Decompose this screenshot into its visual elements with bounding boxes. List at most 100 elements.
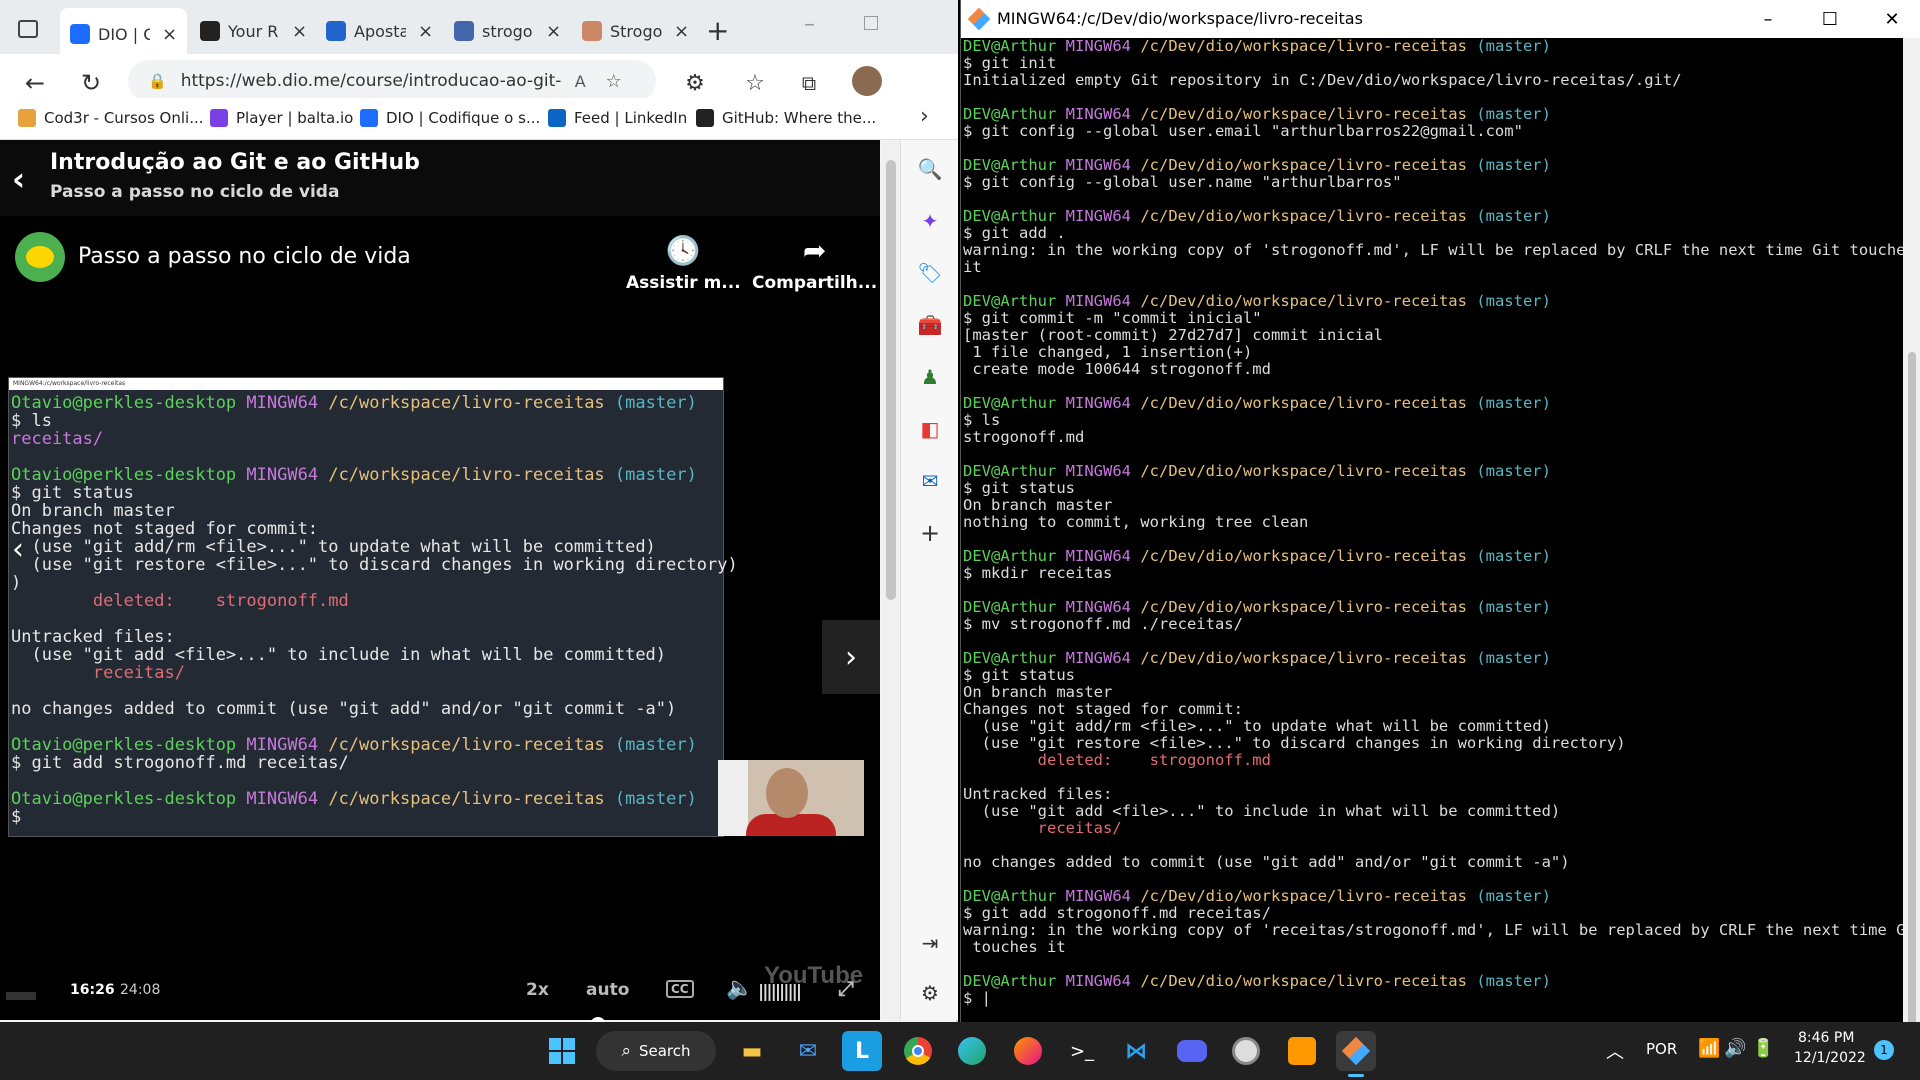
channel-logo[interactable]	[15, 232, 65, 282]
video-terminal-screenshot: MINGW64:/c/workspace/livro-receitas Otav…	[8, 377, 738, 837]
taskbar-search[interactable]: ⌕ Search	[596, 1031, 716, 1071]
volume-icon[interactable]: 🔈	[726, 976, 753, 1001]
tab-2[interactable]: Aposta ×	[316, 10, 443, 52]
show-hidden-icons-icon[interactable]: ︿	[1606, 1038, 1624, 1064]
windows-start-icon[interactable]	[542, 1031, 582, 1071]
file-explorer-icon[interactable]: ▬	[732, 1031, 772, 1071]
wifi-icon[interactable]: 📶	[1698, 1038, 1720, 1059]
shopping-tag-icon[interactable]: 🏷	[917, 260, 943, 286]
back-button[interactable]: ←	[16, 64, 54, 102]
terminal-output[interactable]: DEV@Arthur MINGW64 /c/Dev/dio/workspace/…	[961, 38, 1920, 1022]
url-text: https://web.dio.me/course/introducao-ao-…	[180, 71, 561, 91]
minimize-button[interactable]: –	[804, 12, 815, 37]
tab-1[interactable]: Your R ×	[190, 10, 317, 52]
speed-button[interactable]: 2x	[526, 980, 549, 1000]
favorites-icon[interactable]: ☆	[736, 64, 774, 102]
refresh-button[interactable]: ↻	[72, 64, 110, 102]
tab-0[interactable]: DIO | C ×	[60, 8, 188, 60]
search-icon[interactable]: 🔍	[917, 156, 943, 182]
next-video-button[interactable]: ›	[822, 620, 880, 694]
terminal-scroll-thumb[interactable]	[1908, 352, 1916, 1042]
video-title[interactable]: Passo a passo no ciclo de vida	[78, 244, 411, 269]
terminal-text[interactable]: DEV@Arthur MINGW64 /c/Dev/dio/workspace/…	[963, 38, 1920, 1007]
volume-icon[interactable]: 🔊	[1724, 1038, 1746, 1059]
copilot-icon[interactable]: ✦	[917, 208, 943, 234]
chrome-icon[interactable]	[898, 1031, 938, 1071]
back-chevron-icon[interactable]: ‹	[12, 160, 25, 198]
discord-icon[interactable]	[1172, 1031, 1212, 1071]
collections-icon[interactable]: ⧉	[790, 64, 828, 102]
course-subtitle: Passo a passo no ciclo de vida	[50, 182, 340, 202]
bookmark-item[interactable]: Cod3r - Cursos Onli...	[18, 106, 204, 130]
bookmark-item[interactable]: DIO | Codifique o s...	[360, 106, 540, 130]
more-bookmarks-icon[interactable]: ›	[920, 104, 929, 129]
language-indicator[interactable]: POR	[1646, 1040, 1677, 1058]
share-button[interactable]: ➦ Compartilh...	[752, 234, 877, 293]
video-terminal-output: Otavio@perkles-desktop MINGW64 /c/worksp…	[11, 393, 738, 827]
share-label: Compartilh...	[752, 273, 878, 293]
libreoffice-icon[interactable]: L	[842, 1031, 882, 1071]
previous-chevron-icon[interactable]: ‹	[12, 532, 24, 567]
new-tab-button[interactable]: +	[706, 14, 729, 47]
bookmark-item[interactable]: Feed | LinkedIn	[548, 106, 687, 130]
watch-later-label: Assistir m...	[626, 273, 741, 293]
profile-avatar[interactable]	[852, 66, 882, 96]
github-icon	[200, 21, 220, 41]
tab-label: strogo	[482, 21, 533, 41]
git-bash-taskbar-icon[interactable]	[1336, 1031, 1376, 1071]
terminal-icon[interactable]: >_	[1062, 1031, 1102, 1071]
close-tab-icon[interactable]: ×	[546, 21, 561, 42]
games-icon[interactable]: ♟	[917, 364, 943, 390]
browser-scrollbar[interactable]	[882, 140, 900, 1020]
add-sidebar-app-icon[interactable]: +	[917, 519, 943, 547]
read-aloud-icon[interactable]: A	[575, 72, 586, 91]
maximize-button[interactable]: ☐	[1807, 6, 1853, 32]
lock-icon: 🔒	[148, 72, 167, 90]
tab-label: Aposta	[354, 21, 406, 41]
clock-icon: 🕓	[665, 234, 701, 267]
terminal-title: MINGW64:/c/Dev/dio/workspace/livro-recei…	[997, 9, 1363, 28]
tab-3[interactable]: strogo ×	[444, 10, 571, 52]
course-title: Introdução ao Git e ao GitHub	[50, 150, 420, 175]
clock-date[interactable]: 12/1/2022	[1794, 1050, 1866, 1066]
watch-later-button[interactable]: 🕓 Assistir m...	[626, 234, 741, 293]
extensions-icon[interactable]: ⚙	[676, 64, 714, 102]
office-icon[interactable]: ◧	[917, 416, 943, 442]
hide-sidebar-icon[interactable]: ⇥	[917, 930, 943, 956]
outlook-icon[interactable]: ✉	[917, 468, 943, 494]
tab-bar: DIO | C × Your R × Aposta × strogo × Strogo × + –	[0, 0, 958, 60]
browser-window: DIO | C × Your R × Aposta × strogo × Strogo × + –…	[0, 0, 958, 1068]
close-button[interactable]: ✕	[1869, 6, 1915, 32]
terminal-scrollbar[interactable]	[1903, 38, 1920, 1042]
minimize-button[interactable]: –	[1745, 6, 1791, 32]
clock-app-icon[interactable]	[1226, 1031, 1266, 1071]
fullscreen-icon[interactable]: ⤢	[838, 976, 854, 1000]
tab-actions-icon[interactable]	[18, 20, 38, 38]
url-field[interactable]: 🔒 https://web.dio.me/course/introducao-a…	[128, 60, 656, 102]
firefox-icon[interactable]	[1008, 1031, 1048, 1071]
video-player[interactable]: Passo a passo no ciclo de vida 🕓 Assisti…	[0, 216, 880, 1020]
tools-icon[interactable]: 🧰	[917, 312, 943, 338]
active-app-indicator	[1348, 1074, 1364, 1077]
clock-time[interactable]: 8:46 PM	[1798, 1030, 1854, 1046]
bookmark-item[interactable]: GitHub: Where the...	[696, 106, 876, 130]
sublime-icon[interactable]	[1282, 1031, 1322, 1071]
edge-icon[interactable]	[952, 1031, 992, 1071]
tab-4[interactable]: Strogo ×	[572, 10, 699, 52]
bookmark-item[interactable]: Player | balta.io	[210, 106, 353, 130]
close-tab-icon[interactable]: ×	[162, 24, 177, 45]
notification-badge[interactable]: 1	[1874, 1040, 1894, 1060]
video-mini-toolbar	[6, 992, 36, 1000]
quality-button[interactable]: auto	[586, 980, 629, 1000]
bookmark-label: GitHub: Where the...	[722, 109, 877, 127]
maximize-button[interactable]	[864, 16, 878, 30]
captions-button[interactable]: CC	[666, 980, 694, 998]
favorite-add-icon[interactable]: ☆	[606, 71, 622, 92]
sidebar-settings-icon[interactable]: ⚙	[917, 980, 943, 1006]
mail-icon[interactable]: ✉	[788, 1031, 828, 1071]
close-tab-icon[interactable]: ×	[292, 21, 307, 42]
battery-icon[interactable]: 🔋	[1752, 1038, 1774, 1059]
close-tab-icon[interactable]: ×	[418, 21, 433, 42]
vscode-icon[interactable]: ⋈	[1116, 1031, 1156, 1071]
close-tab-icon[interactable]: ×	[674, 21, 689, 42]
